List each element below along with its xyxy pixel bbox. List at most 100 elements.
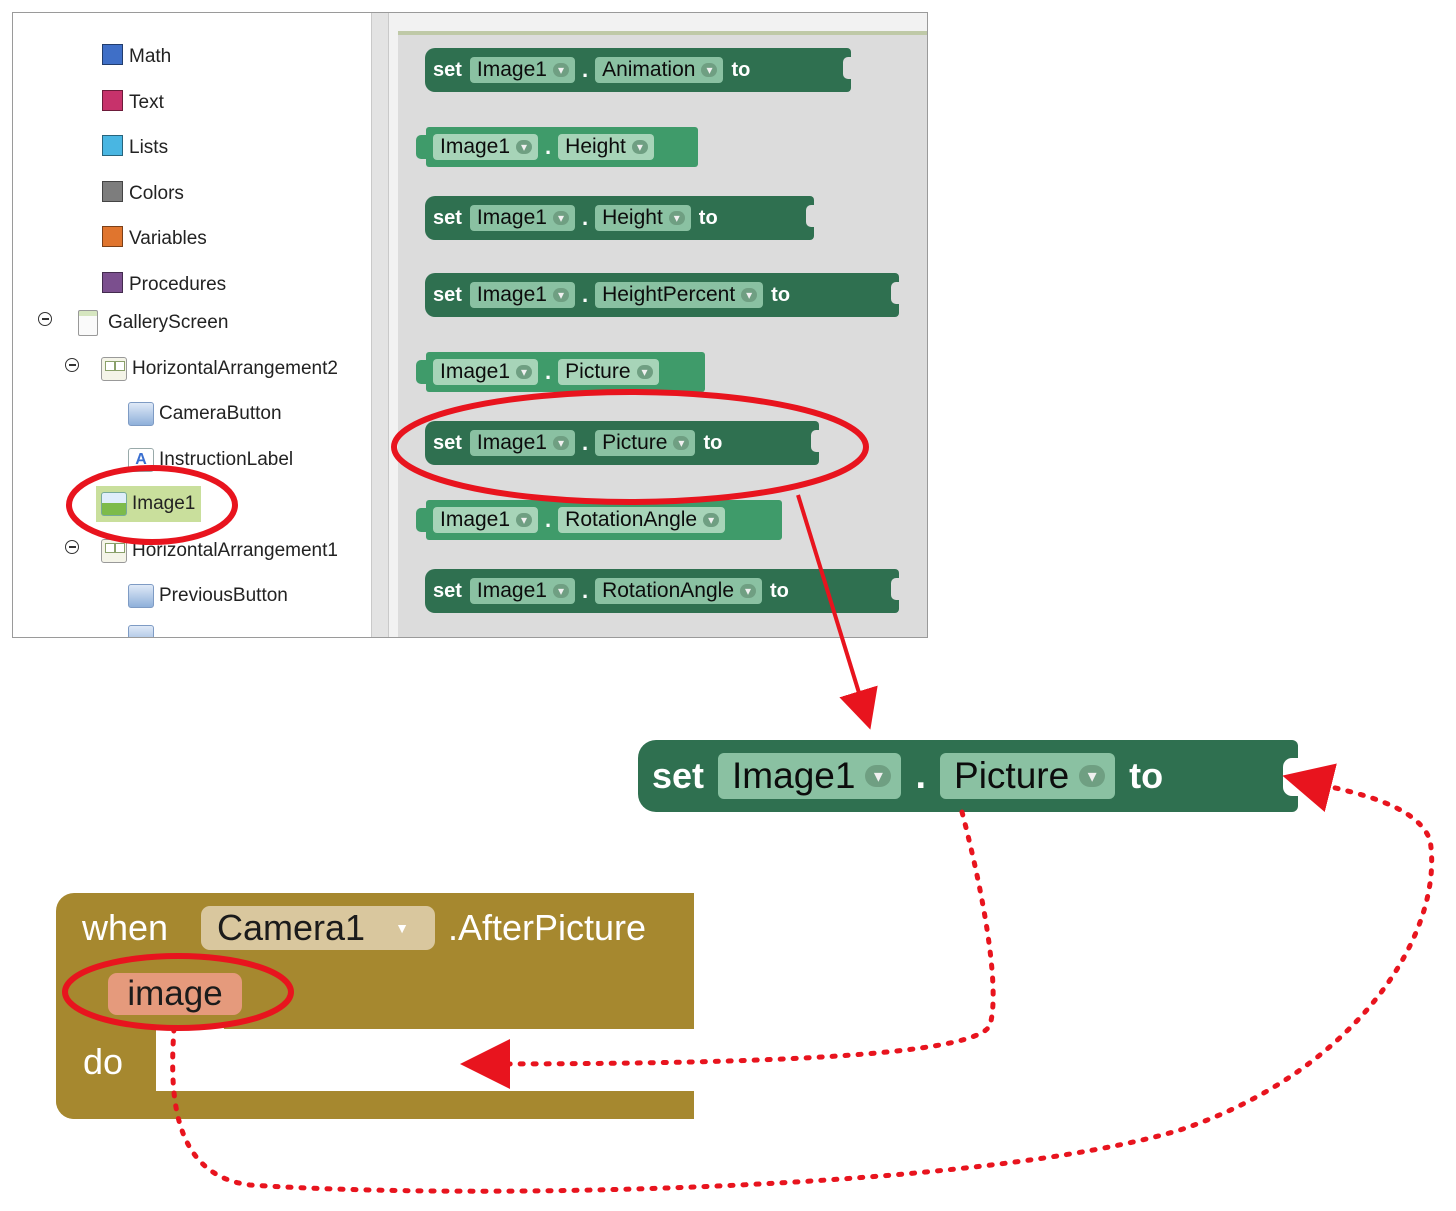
component-dropdown[interactable]: Image1 ▾ [469, 578, 575, 604]
set-keyword: set [433, 283, 462, 306]
component-dropdown[interactable]: Image1 ▾ [433, 359, 539, 385]
collapse-toggle-icon[interactable] [65, 540, 79, 554]
horizontal-arrangement-icon [101, 357, 127, 381]
do-statement-slot[interactable] [156, 1029, 694, 1091]
tree-item-horizontalarrangement1[interactable]: HorizontalArrangement1 [101, 535, 338, 567]
chevron-down-icon: ▾ [673, 436, 690, 450]
property-name: Picture [954, 755, 1070, 796]
dot-separator: . [581, 430, 589, 455]
component-dropdown[interactable]: Image1 ▾ [718, 753, 902, 799]
set-image1-height-block[interactable]: set Image1 ▾ . Height ▾ to [425, 196, 814, 240]
chevron-down-icon: ▾ [516, 513, 533, 527]
label-icon: A [128, 448, 154, 472]
tree-item-label: HorizontalArrangement2 [132, 358, 338, 379]
collapse-toggle-icon[interactable] [65, 358, 79, 372]
tree-item-colors[interactable]: Colors [102, 178, 184, 210]
component-name: Image1 [476, 431, 547, 454]
screen-icon [78, 310, 98, 336]
property-dropdown[interactable]: Picture ▾ [940, 753, 1116, 799]
to-keyword: to [703, 431, 723, 454]
component-name: Camera1 [217, 907, 366, 948]
chevron-down-icon: ▾ [668, 211, 685, 225]
component-dropdown[interactable]: Image1 ▾ [433, 507, 539, 533]
tree-item-label: CameraButton [159, 403, 282, 424]
tree-item-partial[interactable] [128, 621, 159, 637]
property-dropdown[interactable]: RotationAngle ▾ [558, 507, 726, 533]
property-name: RotationAngle [565, 508, 698, 531]
chevron-down-icon: ▾ [1079, 765, 1106, 787]
tree-item-variables[interactable]: Variables [102, 223, 207, 255]
set-image1-picture-block[interactable]: set Image1 ▾ . Picture ▾ to [425, 421, 819, 465]
tree-item-horizontalarrangement2[interactable]: HorizontalArrangement2 [101, 353, 338, 385]
property-dropdown[interactable]: Animation ▾ [595, 57, 724, 83]
component-dropdown[interactable]: Image1 ▾ [469, 57, 575, 83]
slot-notch [174, 1025, 224, 1037]
dot-separator: . [545, 134, 552, 159]
dot-separator: . [581, 57, 589, 82]
tree-item-camerabutton[interactable]: CameraButton [128, 398, 282, 430]
chevron-down-icon: ▾ [552, 211, 569, 225]
component-name: Image1 [440, 360, 511, 383]
component-name: Image1 [732, 755, 856, 796]
set-keyword: set [433, 206, 462, 229]
blocks-drawer-flyout [389, 13, 927, 637]
tree-item-image1[interactable]: Image1 [96, 486, 202, 522]
collapse-toggle-icon[interactable] [38, 312, 52, 326]
tree-item-instructionlabel[interactable]: A InstructionLabel [128, 444, 293, 476]
chevron-down-icon: ▾ [516, 140, 533, 154]
property-dropdown[interactable]: Picture ▾ [595, 430, 696, 456]
property-dropdown[interactable]: RotationAngle ▾ [595, 578, 763, 604]
set-image1-picture-block-enlarged[interactable]: set Image1 ▾ . Picture ▾ to [638, 740, 1298, 812]
panel-splitter[interactable] [371, 13, 389, 637]
tree-item-math[interactable]: Math [102, 41, 171, 73]
flyout-background [398, 31, 927, 637]
component-name: Image1 [440, 508, 511, 531]
property-dropdown[interactable]: HeightPercent ▾ [595, 282, 764, 308]
tree-item-lists[interactable]: Lists [102, 132, 168, 164]
set-keyword: set [433, 579, 462, 602]
component-dropdown[interactable]: Image1 ▾ [469, 205, 575, 231]
dot-separator: . [545, 507, 552, 532]
set-keyword: set [652, 755, 705, 796]
button-icon [128, 584, 154, 608]
camera1-afterpicture-event-block[interactable]: when Camera1 ▼ .AfterPicture image do [56, 893, 694, 1119]
chevron-down-icon: ▾ [552, 436, 569, 450]
image1-picture-getter-block[interactable]: Image1 ▾ . Picture ▾ [416, 352, 705, 392]
component-name: Image1 [476, 579, 547, 602]
chevron-down-icon: ▾ [703, 513, 720, 527]
component-dropdown[interactable]: Image1 ▾ [469, 430, 575, 456]
set-image1-rotationangle-block[interactable]: set Image1 ▾ . RotationAngle ▾ to [425, 569, 899, 613]
property-dropdown[interactable]: Picture ▾ [558, 359, 659, 385]
button-icon [128, 402, 154, 426]
tree-item-previousbutton[interactable]: PreviousButton [128, 580, 288, 612]
tree-item-text[interactable]: Text [102, 87, 164, 119]
camera-component-dropdown[interactable]: Camera1 ▼ [201, 906, 435, 950]
chevron-down-icon: ▾ [865, 765, 892, 787]
horizontal-arrangement-icon [101, 539, 127, 563]
component-name: Image1 [476, 58, 547, 81]
image1-rotationangle-getter-block[interactable]: Image1 ▾ . RotationAngle ▾ [416, 500, 782, 540]
blocks-tree-panel: Math Text Lists Colors Variables Procedu… [13, 13, 371, 637]
tree-item-galleryscreen[interactable]: GalleryScreen [78, 307, 228, 339]
dot-separator: . [581, 205, 589, 230]
component-dropdown[interactable]: Image1 ▾ [433, 134, 539, 160]
component-name: Image1 [476, 283, 547, 306]
set-image1-heightpercent-block[interactable]: set Image1 ▾ . HeightPercent ▾ to [425, 273, 899, 317]
property-dropdown[interactable]: Height ▾ [558, 134, 654, 160]
tree-item-label: Image1 [132, 493, 196, 514]
math-drawer-icon [102, 43, 123, 65]
to-keyword: to [731, 58, 751, 81]
component-dropdown[interactable]: Image1 ▾ [469, 282, 575, 308]
event-parameter-image[interactable]: image [108, 973, 242, 1015]
image1-height-getter-block[interactable]: Image1 ▾ . Height ▾ [416, 127, 698, 167]
set-image1-animation-block[interactable]: set Image1 ▾ . Animation ▾ to [425, 48, 851, 92]
tree-item-label: GalleryScreen [108, 312, 229, 333]
tree-item-label: InstructionLabel [159, 449, 294, 470]
tree-item-procedures[interactable]: Procedures [102, 269, 226, 301]
tree-item-label: PreviousButton [159, 585, 288, 606]
tree-item-label: Procedures [129, 274, 227, 295]
lists-drawer-icon [102, 134, 123, 156]
event-block-footer [56, 1091, 694, 1119]
chevron-down-icon: ▾ [631, 140, 648, 154]
property-dropdown[interactable]: Height ▾ [595, 205, 691, 231]
